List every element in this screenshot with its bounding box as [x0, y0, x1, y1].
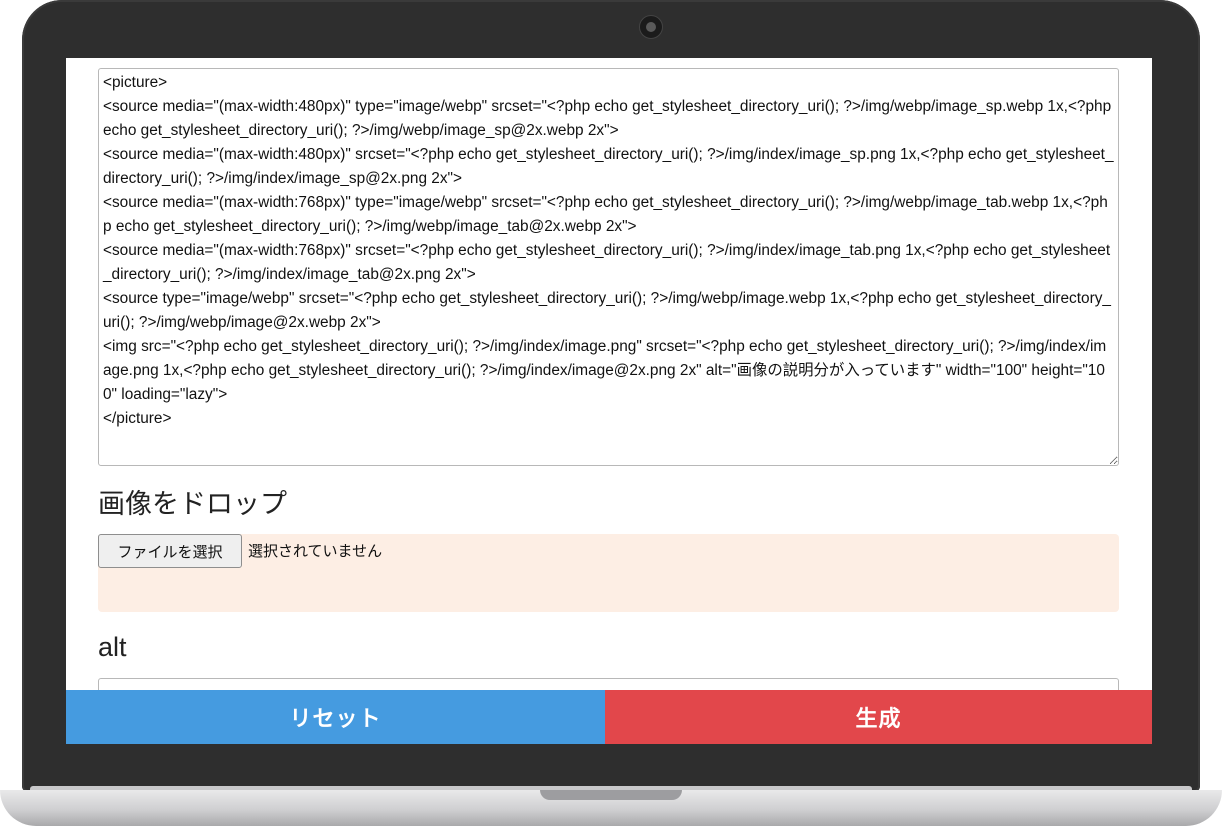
code-output-textarea[interactable]: <picture> <source media="(max-width:480p… [98, 68, 1119, 466]
generate-button[interactable]: 生成 [605, 690, 1152, 744]
action-bar: リセット 生成 [66, 690, 1152, 744]
laptop-notch [540, 790, 682, 800]
drop-heading: 画像をドロップ [98, 489, 287, 519]
app-screen: <picture> <source media="(max-width:480p… [66, 58, 1152, 744]
choose-file-button[interactable]: ファイルを選択 [98, 534, 242, 568]
webcam-icon [639, 15, 663, 39]
reset-button[interactable]: リセット [66, 690, 605, 744]
file-status-text: 選択されていません [248, 542, 383, 560]
alt-heading: alt [98, 632, 127, 662]
